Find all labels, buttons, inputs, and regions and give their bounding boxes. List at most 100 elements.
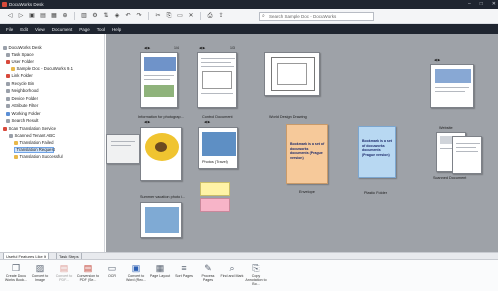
sort-pages-button[interactable]: ≡ Sort Pages xyxy=(172,262,196,290)
ocr-button[interactable]: ▭ OCR xyxy=(100,262,124,290)
minimize-icon[interactable]: – xyxy=(468,1,471,7)
ocr-icon: ▭ xyxy=(107,263,117,273)
tree-item-task-space[interactable]: Task Space xyxy=(6,52,34,58)
document-thumbnail[interactable] xyxy=(452,136,482,174)
filter-icon xyxy=(6,104,10,108)
create-book-button[interactable]: ❒ Create Docu Works Book... xyxy=(4,262,28,290)
search-input[interactable]: ⌕ Search Sample Doc - DocuWorks xyxy=(259,12,374,21)
page-nav-icon[interactable]: ◀ ▶ xyxy=(434,58,440,62)
sort-icon[interactable]: ⇅ xyxy=(102,12,110,20)
tree-item-scanned-tenant[interactable]: Scanned Tenant ABC xyxy=(9,133,55,139)
text-line xyxy=(435,87,469,88)
cut-icon[interactable]: ✂ xyxy=(154,12,162,20)
tree-item-docuworks-desk[interactable]: DocuWorks Desk xyxy=(3,45,42,51)
tree-item-working-folder[interactable]: Working Folder xyxy=(6,111,41,117)
tree-item-user-folder[interactable]: User Folder xyxy=(6,59,34,65)
text-line xyxy=(201,66,234,67)
search-placeholder: Search Sample Doc - DocuWorks xyxy=(269,14,337,19)
maximize-icon[interactable]: □ xyxy=(480,1,483,7)
settings-icon[interactable]: ⚙ xyxy=(91,12,99,20)
tree-item-sample-doc[interactable]: Sample Doc - DocuWorks 9.1 xyxy=(11,66,73,72)
photo-image xyxy=(145,207,179,233)
tree-item-translation-failed[interactable]: Translation Failed xyxy=(14,140,54,146)
menu-document[interactable]: Document xyxy=(52,27,73,32)
share-icon[interactable]: ⇪ xyxy=(217,12,225,20)
document-thumbnail[interactable] xyxy=(197,52,237,108)
search-result-icon xyxy=(6,119,10,123)
convert-image-button[interactable]: ▨ Convert to Image xyxy=(28,262,52,290)
dragged-document[interactable] xyxy=(106,134,140,164)
convert-pdf-secure-button[interactable]: ▤ Conversion to PDF (Se... xyxy=(76,262,100,290)
text-line xyxy=(456,147,476,148)
tree-item-recycle-bin[interactable]: Recycle Bin xyxy=(6,81,34,87)
device-icon xyxy=(6,97,10,101)
document-thumbnail[interactable] xyxy=(430,64,474,108)
menu-file[interactable]: File xyxy=(6,27,13,32)
sticky-note[interactable] xyxy=(200,198,230,212)
document-thumbnail[interactable] xyxy=(264,52,320,96)
grid-icon[interactable]: ▦ xyxy=(50,12,58,20)
copy-icon[interactable]: ⎘ xyxy=(165,12,173,20)
document-canvas[interactable]: ◀ ▶ 1/4 Information for photograp... ◀ ▶… xyxy=(106,34,498,252)
photo-image xyxy=(144,85,174,97)
photo-image xyxy=(144,57,176,71)
close-icon[interactable]: ✕ xyxy=(492,1,496,7)
paste-icon[interactable]: ▭ xyxy=(176,12,184,20)
zoom-icon[interactable]: ⊕ xyxy=(61,12,69,20)
print-icon[interactable]: ⎙ xyxy=(206,12,214,20)
page-nav-icon[interactable]: ◀ ▶ xyxy=(144,46,150,50)
feature-ribbon: ❒ Create Docu Works Book... ▨ Convert to I… xyxy=(0,259,498,291)
document-thumbnail[interactable] xyxy=(140,202,182,238)
find-mark-icon: ⌕ xyxy=(229,263,235,273)
menu-tool[interactable]: Tool xyxy=(97,27,105,32)
document-caption: Summer vacation photo i... xyxy=(140,195,186,199)
document-thumbnail[interactable] xyxy=(140,52,178,108)
text-line xyxy=(456,151,478,152)
tag-icon[interactable]: ◈ xyxy=(113,12,121,20)
tree-item-translation-request[interactable]: Translation Request xyxy=(14,147,55,153)
page-nav-icon[interactable]: ◀ ▶ xyxy=(204,120,210,124)
link-folder-icon xyxy=(6,74,10,78)
layout-icon[interactable]: ▥ xyxy=(80,12,88,20)
redo-icon[interactable]: ↷ xyxy=(135,12,143,20)
pdf-secure-icon: ▤ xyxy=(83,263,93,273)
envelope-binder[interactable]: Bookmark is a set of docuworks documents… xyxy=(286,124,328,184)
process-pages-button[interactable]: ✎ Process Pages xyxy=(196,262,220,290)
tree-item-translation-successful[interactable]: Translation Successful xyxy=(14,154,63,160)
tree-item-neighborhood[interactable]: Neighborhood xyxy=(6,88,39,94)
page-nav-icon[interactable]: ◀ ▶ xyxy=(199,46,205,50)
new-folder-icon[interactable]: ▣ xyxy=(28,12,36,20)
folder-icon xyxy=(14,155,18,159)
text-line xyxy=(456,143,480,144)
page-indicator: 1/3 xyxy=(230,46,235,50)
view-icon[interactable]: ▤ xyxy=(39,12,47,20)
tree-item-search-result[interactable]: Search Result xyxy=(6,118,39,124)
folder-tree: DocuWorks Desk Task Space User Folder Sa… xyxy=(0,34,105,252)
document-thumbnail[interactable] xyxy=(140,127,182,181)
convert-pdf-button[interactable]: ▤ Convert to PDF... xyxy=(52,262,76,290)
text-line xyxy=(435,91,465,92)
plastic-folder-binder[interactable]: Bookmark is a set of docuworks documents… xyxy=(358,126,396,178)
menu-page[interactable]: Page xyxy=(79,27,90,32)
find-mark-button[interactable]: ⌕ Find and Mark xyxy=(220,262,244,290)
forward-icon[interactable]: ▷ xyxy=(17,12,25,20)
document-caption: Plastic Folder xyxy=(364,191,388,195)
undo-icon[interactable]: ↶ xyxy=(124,12,132,20)
menu-view[interactable]: View xyxy=(35,27,45,32)
page-layout-button[interactable]: ▦ Page Layout xyxy=(148,262,172,290)
text-line xyxy=(201,93,233,94)
page-nav-icon[interactable]: ◀ ▶ xyxy=(144,120,150,124)
menu-help[interactable]: Help xyxy=(112,27,121,32)
tree-item-link-folder[interactable]: Link Folder xyxy=(6,73,33,79)
menu-edit[interactable]: Edit xyxy=(20,27,28,32)
text-line xyxy=(201,58,235,59)
copy-annotation-button[interactable]: ⎘ Copy Annotation to Bo... xyxy=(244,262,268,290)
tree-item-attribute-filter[interactable]: Attribute Filter xyxy=(6,103,38,109)
delete-icon[interactable]: ✕ xyxy=(187,12,195,20)
back-icon[interactable]: ◁ xyxy=(6,12,14,20)
sticky-note[interactable] xyxy=(200,182,230,196)
pdf-icon: ▤ xyxy=(59,263,69,273)
tree-item-scan-translation[interactable]: Scan Translation Service xyxy=(3,126,56,132)
convert-word-button[interactable]: ▣ Convert to Word (Rec... xyxy=(124,262,148,290)
tree-item-device-folder[interactable]: Device Folder xyxy=(6,96,38,102)
